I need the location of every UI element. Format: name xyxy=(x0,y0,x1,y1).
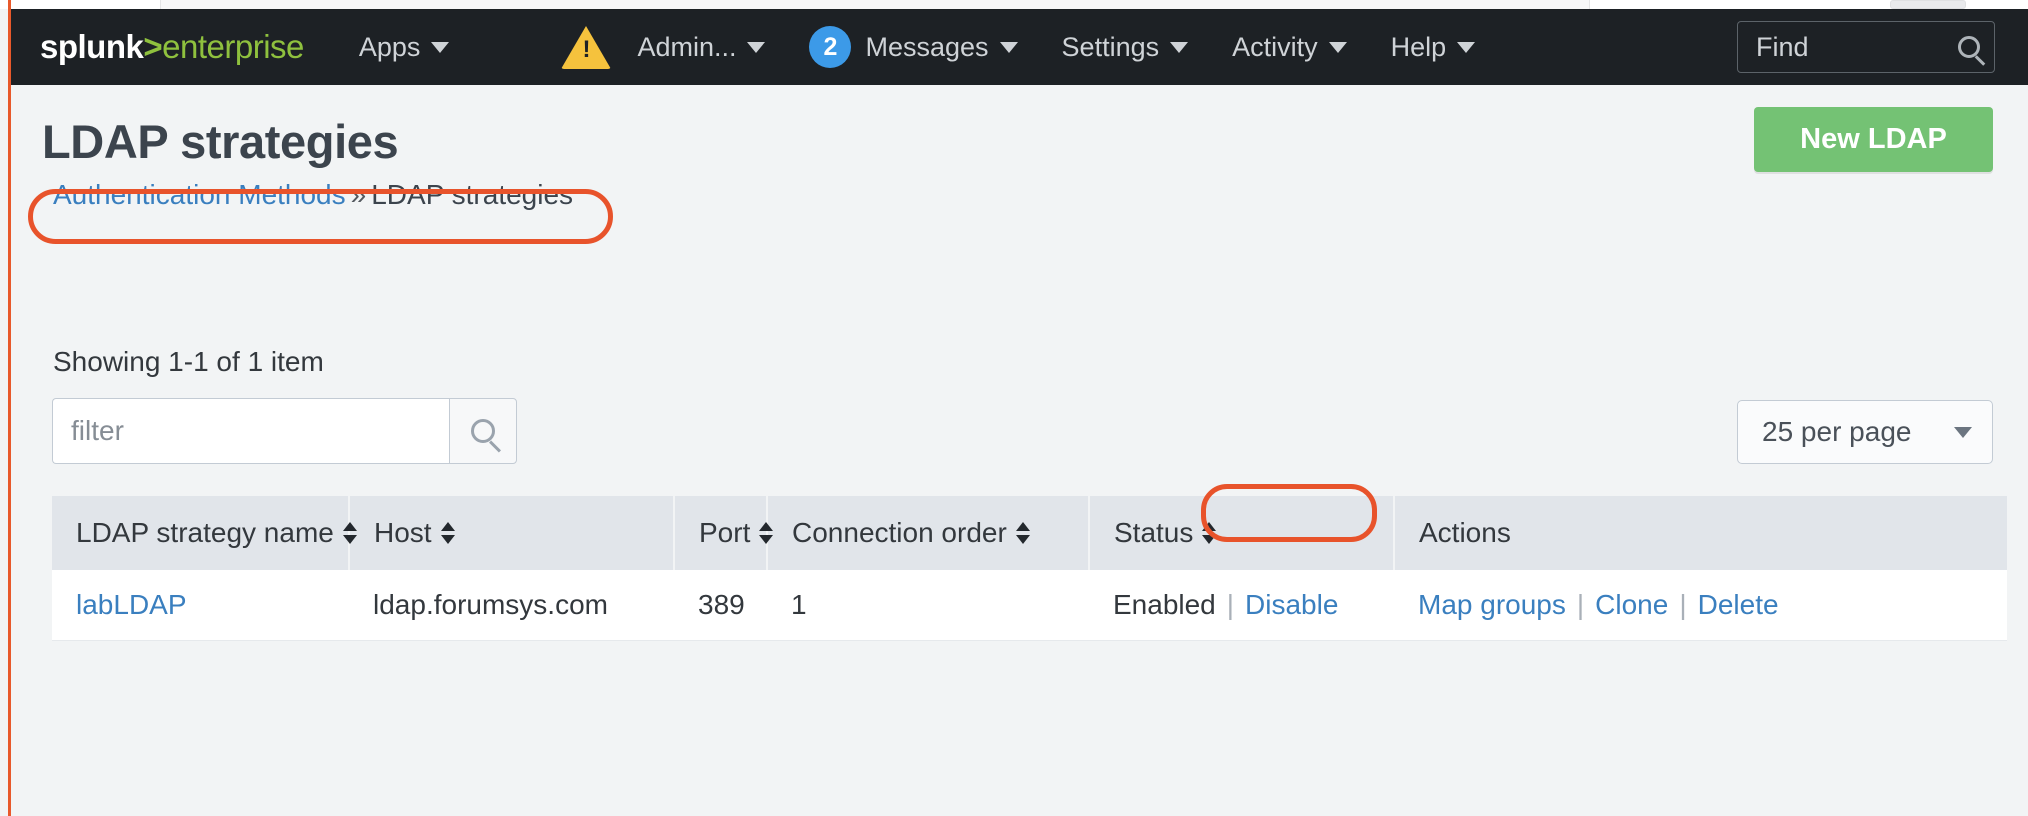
browser-tab xyxy=(160,0,1590,9)
nav-settings-label: Settings xyxy=(1061,31,1160,62)
column-header-actions: Actions xyxy=(1394,496,2007,570)
status-separator: | xyxy=(1226,589,1235,620)
chevron-down-icon xyxy=(999,41,1018,53)
nav-help-menu[interactable]: Help xyxy=(1391,32,1476,63)
column-label: Status xyxy=(1114,517,1194,548)
logo-splunk-text: splunk xyxy=(40,28,144,65)
action-separator: | xyxy=(1576,589,1585,620)
action-separator: | xyxy=(1679,589,1687,620)
column-header-status[interactable]: Status xyxy=(1089,496,1395,570)
cell-actions: Map groups | Clone | Delete xyxy=(1394,570,2007,641)
nav-help-label: Help xyxy=(1390,31,1447,62)
chevron-down-icon xyxy=(747,41,766,53)
splunk-enterprise-logo[interactable]: splunk > enterprise xyxy=(40,28,304,66)
ldap-strategy-link-labldap[interactable]: labLDAP xyxy=(76,589,187,620)
map-groups-link[interactable]: Map groups xyxy=(1418,589,1566,620)
page-title: LDAP strategies xyxy=(42,115,399,168)
nav-messages-label: Messages xyxy=(865,31,989,62)
column-header-connection-order[interactable]: Connection order xyxy=(767,496,1090,570)
per-page-selected-label: 25 per page xyxy=(1762,416,1912,447)
breadcrumb-current: LDAP strategies xyxy=(371,179,574,210)
app-viewport: splunk>enterprise Apps Admin... 2 Messag… xyxy=(0,0,2028,816)
new-ldap-button[interactable]: New LDAP xyxy=(1754,107,1993,172)
breadcrumb-link-authentication-methods[interactable]: Authentication Methods xyxy=(53,179,346,210)
browser-toolbar-button xyxy=(1890,0,1966,9)
column-label: Port xyxy=(699,517,751,548)
nav-admin-label: Admin... xyxy=(637,31,737,62)
cell-status: Enabled | Disable xyxy=(1089,570,1394,641)
breadcrumb: Authentication Methods» LDAP strategies xyxy=(53,179,573,211)
sort-toggle-icon[interactable] xyxy=(342,520,357,546)
sort-toggle-icon[interactable] xyxy=(1015,520,1030,546)
column-label: Host xyxy=(374,517,432,548)
filter-control xyxy=(52,398,517,464)
logo-chevron-glyph: > xyxy=(143,28,163,65)
search-icon xyxy=(1958,36,1980,58)
column-label: LDAP strategy name xyxy=(76,517,334,548)
filter-search-button[interactable] xyxy=(449,398,517,464)
sort-toggle-icon[interactable] xyxy=(1202,520,1217,546)
table-header-row: LDAP strategy name Host Port Connection … xyxy=(52,496,2007,570)
nav-admin-menu[interactable]: Admin... xyxy=(637,31,766,63)
chevron-down-icon xyxy=(1170,41,1189,53)
search-icon xyxy=(471,419,495,443)
column-label: Actions xyxy=(1419,517,1511,548)
global-find-input[interactable]: Find xyxy=(1737,21,1995,73)
warning-triangle-icon[interactable] xyxy=(561,25,612,69)
annotation-left-edge-rule xyxy=(8,0,11,816)
chevron-down-icon xyxy=(1328,41,1347,53)
delete-link[interactable]: Delete xyxy=(1698,589,1779,620)
sort-toggle-icon[interactable] xyxy=(759,520,774,546)
cell-host: ldap.forumsys.com xyxy=(349,570,674,641)
chevron-down-icon xyxy=(1457,41,1476,53)
result-count-text: Showing 1-1 of 1 item xyxy=(53,346,324,377)
cell-port: 389 xyxy=(674,570,767,641)
table-row: labLDAP ldap.forumsys.com 389 1 Enabled |… xyxy=(52,570,2007,641)
filter-input[interactable] xyxy=(52,398,449,464)
find-placeholder-text: Find xyxy=(1756,31,1809,62)
cell-connection-order: 1 xyxy=(767,570,1089,641)
chevron-down-icon xyxy=(431,41,450,53)
page-content: LDAP strategies Authentication Methods» L… xyxy=(11,85,2028,816)
clone-link[interactable]: Clone xyxy=(1595,589,1668,620)
column-header-port[interactable]: Port xyxy=(674,496,774,570)
top-navigation-bar: splunk>enterprise Apps Admin... 2 Messag… xyxy=(11,9,2028,85)
messages-count-badge: 2 xyxy=(809,26,852,68)
nav-activity-label: Activity xyxy=(1232,31,1318,62)
nav-messages-menu[interactable]: 2 Messages xyxy=(809,26,1018,68)
ldap-strategies-table: LDAP strategy name Host Port Connection … xyxy=(52,496,2007,641)
nav-apps-label: Apps xyxy=(358,31,421,62)
disable-link[interactable]: Disable xyxy=(1245,589,1338,620)
column-header-host[interactable]: Host xyxy=(349,496,675,570)
status-badge: Enabled xyxy=(1113,589,1216,620)
breadcrumb-separator: » xyxy=(350,179,367,210)
chevron-down-icon xyxy=(1954,426,1972,438)
nav-apps-menu[interactable]: Apps xyxy=(359,32,450,63)
column-label: Connection order xyxy=(792,517,1007,548)
column-header-ldap-strategy-name[interactable]: LDAP strategy name xyxy=(52,496,357,570)
sort-toggle-icon[interactable] xyxy=(440,520,455,546)
cell-ldap-strategy-name: labLDAP xyxy=(52,570,349,641)
nav-settings-menu[interactable]: Settings xyxy=(1062,32,1189,63)
nav-activity-menu[interactable]: Activity xyxy=(1232,32,1347,63)
logo-enterprise-text: enterprise xyxy=(162,28,304,65)
browser-chrome-strip xyxy=(0,0,2028,9)
per-page-dropdown[interactable]: 25 per page xyxy=(1737,400,1993,464)
